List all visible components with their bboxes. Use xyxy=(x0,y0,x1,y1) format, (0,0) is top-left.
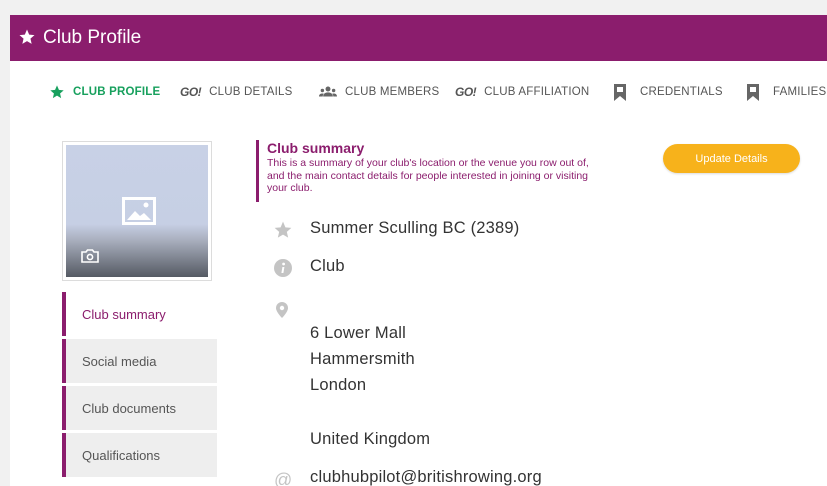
tab-club-details[interactable]: GO! CLUB DETAILS xyxy=(180,78,293,106)
address-country: United Kingdom xyxy=(310,430,431,448)
go-icon: GO! xyxy=(455,85,477,99)
address-line-1: 6 Lower Mall xyxy=(310,324,406,342)
nav-label: Club documents xyxy=(82,400,176,416)
users-icon xyxy=(319,86,337,97)
image-icon xyxy=(122,197,156,225)
summary-title: Club summary xyxy=(267,140,365,156)
section-nav: Club summary Social media Club documents… xyxy=(62,292,217,480)
star-icon xyxy=(19,29,35,44)
tab-label: CLUB AFFILIATION xyxy=(484,86,590,98)
page-header: Club Profile xyxy=(10,15,827,61)
nav-label: Club summary xyxy=(82,306,166,322)
nav-label: Qualifications xyxy=(82,447,161,463)
nav-qualifications[interactable]: Qualifications xyxy=(62,433,217,477)
tab-label: CREDENTIALS xyxy=(640,86,723,98)
tab-club-profile[interactable]: CLUB PROFILE xyxy=(49,78,160,106)
bookmark-icon xyxy=(614,83,626,101)
tab-bar: CLUB PROFILE GO! CLUB DETAILS CLUB MEMBE… xyxy=(10,78,827,106)
address-line-3: London xyxy=(310,376,367,394)
tab-label: CLUB DETAILS xyxy=(209,86,293,98)
star-icon xyxy=(274,221,292,238)
go-icon: GO! xyxy=(180,85,202,99)
summary-description: This is a summary of your club's locatio… xyxy=(267,157,589,194)
update-details-button[interactable]: Update Details xyxy=(663,144,800,173)
tab-label: CLUB MEMBERS xyxy=(345,86,440,98)
page-title: Club Profile xyxy=(43,27,142,48)
tab-credentials[interactable]: CREDENTIALS xyxy=(614,78,723,106)
club-name: Summer Sculling BC (2389) xyxy=(310,219,520,237)
address-line-2: Hammersmith xyxy=(310,350,415,368)
bookmark-icon xyxy=(747,83,759,101)
photo-placeholder xyxy=(66,145,208,277)
tab-club-members[interactable]: CLUB MEMBERS xyxy=(319,78,439,106)
nav-club-summary[interactable]: Club summary xyxy=(62,292,217,336)
club-photo[interactable] xyxy=(62,141,212,281)
star-icon xyxy=(50,85,64,99)
tab-label: CLUB PROFILE xyxy=(73,86,161,98)
club-email[interactable]: clubhubpilot@britishrowing.org xyxy=(310,468,542,486)
nav-label: Social media xyxy=(82,353,157,369)
summary-header: Club summary This is a summary of your c… xyxy=(256,140,596,202)
tab-club-affiliation[interactable]: GO! CLUB AFFILIATION xyxy=(455,78,589,106)
at-icon: @ xyxy=(274,470,293,486)
camera-icon[interactable] xyxy=(81,249,99,263)
nav-social-media[interactable]: Social media xyxy=(62,339,217,383)
tab-label: FAMILIES xyxy=(773,86,827,98)
nav-club-documents[interactable]: Club documents xyxy=(62,386,217,430)
info-icon xyxy=(274,259,292,277)
club-type: Club xyxy=(310,257,345,275)
location-pin-icon xyxy=(276,302,288,318)
tab-families[interactable]: FAMILIES xyxy=(747,78,826,106)
